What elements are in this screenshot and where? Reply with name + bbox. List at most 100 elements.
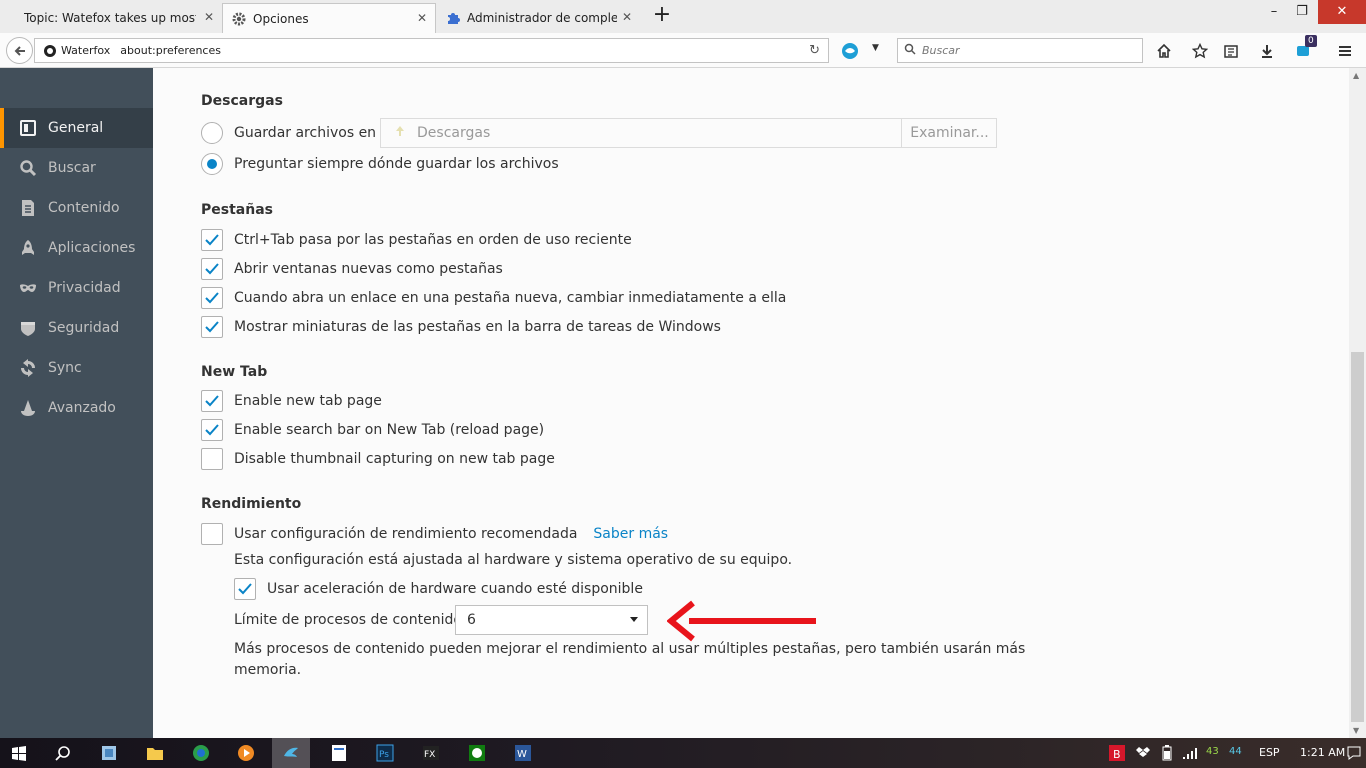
recommended-performance-checkbox[interactable] <box>201 523 223 545</box>
tab-opciones[interactable]: Opciones ✕ <box>222 3 436 34</box>
open-windows-as-tabs-checkbox-row[interactable]: Abrir ventanas nuevas como pestañas <box>201 257 503 281</box>
process-limit-label: Límite de procesos de contenido <box>234 612 462 628</box>
media-player-icon[interactable] <box>235 742 257 764</box>
task-view-icon[interactable] <box>98 742 120 764</box>
home-icon[interactable] <box>1153 40 1175 62</box>
process-desc-line-2: memoria. <box>234 662 302 678</box>
tab-addons[interactable]: Administrador de compleme ✕ <box>437 3 640 33</box>
taskbar-previews-checkbox[interactable] <box>201 316 223 338</box>
always-ask-label: Preguntar siempre dónde guardar los arch… <box>234 156 559 172</box>
applications-icon <box>18 238 38 258</box>
download-icon[interactable] <box>1256 40 1278 62</box>
sidebar-item-general[interactable]: General <box>0 108 153 148</box>
sidebar-item-label: Contenido <box>48 200 120 216</box>
chevron-down-icon[interactable]: ▼ <box>872 43 879 53</box>
close-tab-icon[interactable]: ✕ <box>202 10 216 24</box>
disable-thumbnails-checkbox[interactable] <box>201 448 223 470</box>
browse-button[interactable]: Examinar... <box>901 118 997 148</box>
fx-app-icon[interactable]: FX <box>420 742 442 764</box>
tabs-heading: Pestañas <box>201 202 273 218</box>
newtab-search-checkbox-row[interactable]: Enable search bar on New Tab (reload pag… <box>201 418 544 442</box>
reload-icon[interactable]: ↻ <box>809 43 820 58</box>
option-label: Abrir ventanas nuevas como pestañas <box>234 261 503 277</box>
newtab-search-checkbox[interactable] <box>201 419 223 441</box>
identity-box[interactable]: Waterfox <box>35 44 120 58</box>
checkmark-icon <box>205 263 219 275</box>
save-files-radio[interactable] <box>201 122 223 144</box>
search-icon[interactable] <box>52 742 74 764</box>
document-app-icon[interactable] <box>328 742 350 764</box>
scroll-down-icon[interactable]: ▼ <box>1353 726 1359 735</box>
sidebar-item-buscar[interactable]: Buscar <box>0 148 153 188</box>
hw-accel-checkbox-row[interactable]: Usar aceleración de hardware cuando esté… <box>234 577 643 601</box>
input-language[interactable]: ESP <box>1259 746 1280 759</box>
restore-button[interactable]: ❐ <box>1282 0 1322 24</box>
scrollbar-thumb[interactable] <box>1351 352 1364 722</box>
always-ask-radio[interactable] <box>201 153 223 175</box>
recommended-performance-description: Esta configuración está ajustada al hard… <box>234 552 793 568</box>
sidebar-item-aplicaciones[interactable]: Aplicaciones <box>0 228 153 268</box>
close-tab-icon[interactable]: ✕ <box>415 11 429 25</box>
hw-accel-checkbox[interactable] <box>234 578 256 600</box>
antivirus-tray-icon[interactable]: B <box>1106 742 1128 764</box>
photoshop-icon[interactable]: Ps <box>374 742 396 764</box>
url-bar[interactable]: Waterfox about:preferences ↻ <box>34 38 829 63</box>
word-icon[interactable]: W <box>512 742 534 764</box>
back-button[interactable] <box>6 37 33 64</box>
disable-thumbnails-checkbox-row[interactable]: Disable thumbnail capturing on new tab p… <box>201 447 555 471</box>
search-icon <box>904 43 916 58</box>
xbox-game-icon[interactable] <box>466 742 488 764</box>
option-label: Mostrar miniaturas de las pestañas en la… <box>234 319 721 335</box>
enable-newtab-checkbox[interactable] <box>201 390 223 412</box>
close-tab-icon[interactable]: ✕ <box>620 10 634 24</box>
taskbar-previews-checkbox-row[interactable]: Mostrar miniaturas de las pestañas en la… <box>201 315 721 339</box>
menu-icon[interactable] <box>1334 40 1356 62</box>
action-center-icon[interactable] <box>1343 742 1365 764</box>
general-icon <box>18 118 38 138</box>
taskbar-clock[interactable]: 1:21 AM <box>1300 746 1345 759</box>
checkmark-icon <box>238 583 252 595</box>
bookmark-star-icon[interactable] <box>1189 40 1211 62</box>
process-limit-select[interactable]: 6 <box>455 605 648 635</box>
close-window-button[interactable]: ✕ <box>1318 0 1366 24</box>
preferences-sidebar: General Buscar Contenido Aplicaciones Pr… <box>0 68 153 738</box>
wifi-signal-icon[interactable] <box>1178 742 1200 764</box>
learn-more-link[interactable]: Saber más <box>593 526 668 542</box>
sidebar-item-avanzado[interactable]: Avanzado <box>0 388 153 428</box>
always-ask-radio-row[interactable]: Preguntar siempre dónde guardar los arch… <box>201 152 559 176</box>
ctrl-tab-checkbox-row[interactable]: Ctrl+Tab pasa por las pestañas en orden … <box>201 228 632 252</box>
switch-to-new-tab-checkbox[interactable] <box>201 287 223 309</box>
extension-icon[interactable] <box>840 41 860 61</box>
dropbox-tray-icon[interactable] <box>1132 742 1154 764</box>
new-tab-button[interactable]: + <box>651 4 673 27</box>
sidebar-item-privacidad[interactable]: Privacidad <box>0 268 153 308</box>
option-label: Ctrl+Tab pasa por las pestañas en orden … <box>234 232 632 248</box>
vertical-scrollbar[interactable]: ▲ ▼ <box>1349 68 1366 738</box>
sidebar-item-label: Sync <box>48 360 82 376</box>
sidebar-item-sync[interactable]: Sync <box>0 348 153 388</box>
file-explorer-icon[interactable] <box>144 742 166 764</box>
back-arrow-icon <box>14 45 25 56</box>
save-files-radio-row[interactable]: Guardar archivos en <box>201 121 376 145</box>
search-input[interactable]: Buscar <box>897 38 1143 63</box>
sidebar-item-label: Avanzado <box>48 400 116 416</box>
performance-heading: Rendimiento <box>201 496 302 512</box>
windows-start-icon[interactable] <box>8 742 30 764</box>
url-text[interactable]: about:preferences <box>120 44 221 57</box>
ctrl-tab-checkbox[interactable] <box>201 229 223 251</box>
edge-icon[interactable] <box>190 742 212 764</box>
battery-icon[interactable] <box>1156 742 1178 764</box>
checkmark-icon <box>205 424 219 436</box>
recommended-performance-checkbox-row[interactable]: Usar configuración de rendimiento recome… <box>201 522 668 546</box>
enable-newtab-checkbox-row[interactable]: Enable new tab page <box>201 389 382 413</box>
sidebar-item-contenido[interactable]: Contenido <box>0 188 153 228</box>
open-windows-as-tabs-checkbox[interactable] <box>201 258 223 280</box>
switch-to-new-tab-checkbox-row[interactable]: Cuando abra un enlace en una pestaña nue… <box>201 286 786 310</box>
waterfox-taskbar-icon[interactable] <box>272 738 310 768</box>
search-icon <box>18 158 38 178</box>
scroll-up-icon[interactable]: ▲ <box>1353 71 1359 80</box>
navigation-toolbar: Waterfox about:preferences ↻ ▼ Buscar 0 <box>0 33 1366 68</box>
tab-topic[interactable]: Topic: Watefox takes up most of ✕ <box>0 3 222 33</box>
reading-list-icon[interactable] <box>1220 40 1242 62</box>
sidebar-item-seguridad[interactable]: Seguridad <box>0 308 153 348</box>
